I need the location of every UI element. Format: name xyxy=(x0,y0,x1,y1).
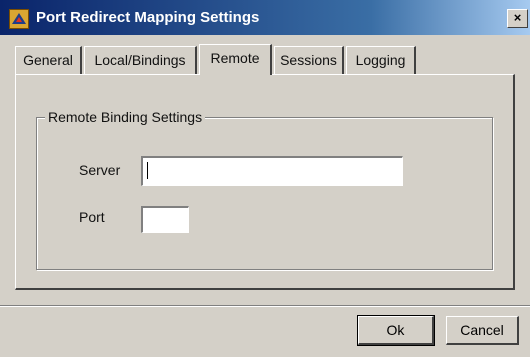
tab-sessions[interactable]: Sessions xyxy=(274,46,344,74)
title-bar[interactable]: Port Redirect Mapping Settings × xyxy=(0,0,530,35)
port-input[interactable] xyxy=(141,206,189,233)
tab-local-bindings[interactable]: Local/Bindings xyxy=(84,46,197,74)
cancel-button[interactable]: Cancel xyxy=(446,316,519,345)
tab-general[interactable]: General xyxy=(15,46,82,74)
close-button[interactable]: × xyxy=(507,9,528,28)
remote-tab-panel: Remote Binding Settings Server Port xyxy=(15,74,515,290)
remote-binding-settings-group: Remote Binding Settings Server Port xyxy=(36,109,493,270)
window-title: Port Redirect Mapping Settings xyxy=(36,9,260,26)
app-icon xyxy=(9,9,29,29)
text-cursor xyxy=(147,162,148,179)
port-label: Port xyxy=(79,209,105,225)
tab-remote[interactable]: Remote xyxy=(199,44,272,75)
ok-button[interactable]: Ok xyxy=(357,315,435,346)
group-title: Remote Binding Settings xyxy=(45,109,206,125)
server-label: Server xyxy=(79,162,121,178)
button-bar-divider xyxy=(0,305,530,307)
tab-logging[interactable]: Logging xyxy=(346,46,416,74)
server-input[interactable] xyxy=(141,156,403,186)
